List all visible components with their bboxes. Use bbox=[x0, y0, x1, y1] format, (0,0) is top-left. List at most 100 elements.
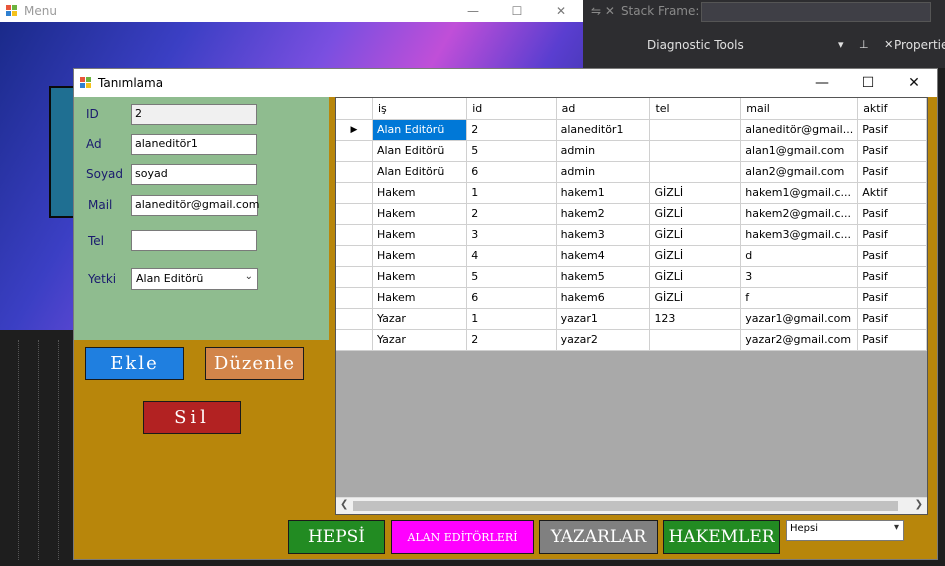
table-row[interactable]: Alan Editörü 5 admin alan1@gmail.com Pasif bbox=[336, 140, 927, 162]
table-row[interactable]: Hakem 6 hakem6 GİZLİ f Pasif bbox=[336, 287, 927, 309]
row-header[interactable] bbox=[336, 287, 373, 309]
grid-cell[interactable]: GİZLİ bbox=[649, 287, 742, 309]
alan-editorleri-button[interactable]: ALAN EDİTÖRLERİ bbox=[391, 520, 534, 554]
grid-cell[interactable] bbox=[649, 329, 742, 351]
column-header[interactable]: aktif bbox=[857, 98, 927, 120]
grid-cell[interactable]: Pasif bbox=[857, 140, 927, 162]
grid-cell[interactable]: 5 bbox=[466, 266, 557, 288]
row-header[interactable] bbox=[336, 245, 373, 267]
grid-cell[interactable]: 3 bbox=[466, 224, 557, 246]
grid-cell[interactable]: admin bbox=[556, 140, 651, 162]
horizontal-scrollbar[interactable]: ❮ ❯ bbox=[336, 497, 927, 514]
yazarlar-button[interactable]: YAZARLAR bbox=[539, 520, 658, 554]
column-header[interactable]: iş bbox=[372, 98, 468, 120]
grid-cell[interactable]: hakem4 bbox=[556, 245, 651, 267]
grid-cell[interactable]: hakem2@gmail.c... bbox=[740, 203, 859, 225]
minimize-icon[interactable]: — bbox=[451, 0, 495, 22]
ad-field[interactable]: alaneditör1 bbox=[131, 134, 257, 155]
table-row[interactable]: Hakem 3 hakem3 GİZLİ hakem3@gmail.c... Pasif bbox=[336, 224, 927, 246]
grid-cell[interactable]: 2 bbox=[466, 119, 557, 141]
pane-controls-icon[interactable]: ▾ ⊥ ✕ bbox=[838, 38, 899, 51]
hakemler-button[interactable]: HAKEMLER bbox=[663, 520, 780, 554]
close-icon[interactable]: ✕ bbox=[891, 69, 937, 97]
grid-cell[interactable]: hakem6 bbox=[556, 287, 651, 309]
table-row[interactable]: Hakem 4 hakem4 GİZLİ d Pasif bbox=[336, 245, 927, 267]
diagnostic-tools-tab[interactable]: Diagnostic Tools bbox=[647, 38, 744, 52]
grid-cell[interactable]: Pasif bbox=[857, 329, 927, 351]
scroll-left-icon[interactable]: ❮ bbox=[340, 499, 348, 510]
grid-cell[interactable]: GİZLİ bbox=[649, 182, 742, 204]
scrollbar-thumb[interactable] bbox=[353, 501, 898, 511]
grid-cell[interactable]: Hakem bbox=[372, 287, 468, 309]
table-row[interactable]: Yazar 1 yazar1 123 yazar1@gmail.com Pasif bbox=[336, 308, 927, 330]
row-header[interactable] bbox=[336, 140, 373, 162]
row-pointer-icon[interactable]: ▶ bbox=[336, 119, 373, 141]
row-header[interactable] bbox=[336, 182, 373, 204]
grid-cell[interactable]: yazar1@gmail.com bbox=[740, 308, 859, 330]
grid-cell[interactable]: Pasif bbox=[857, 308, 927, 330]
grid-cell[interactable]: GİZLİ bbox=[649, 245, 742, 267]
table-row[interactable]: Hakem 2 hakem2 GİZLİ hakem2@gmail.c... Pasif bbox=[336, 203, 927, 225]
grid-cell[interactable]: 6 bbox=[466, 161, 557, 183]
grid-cell[interactable]: hakem3@gmail.c... bbox=[740, 224, 859, 246]
grid-cell[interactable]: GİZLİ bbox=[649, 266, 742, 288]
grid-cell[interactable]: 6 bbox=[466, 287, 557, 309]
column-header[interactable]: mail bbox=[740, 98, 859, 120]
grid-cell[interactable]: Pasif bbox=[857, 119, 927, 141]
grid-cell[interactable]: Alan Editörü bbox=[372, 161, 468, 183]
ekle-button[interactable]: Ekle bbox=[85, 347, 184, 380]
grid-cell[interactable]: 2 bbox=[466, 203, 557, 225]
properties-tab[interactable]: Properties bbox=[894, 38, 945, 52]
grid-cell[interactable] bbox=[649, 140, 742, 162]
grid-cell[interactable]: GİZLİ bbox=[649, 224, 742, 246]
grid-cell[interactable]: 5 bbox=[466, 140, 557, 162]
yetki-select[interactable]: Alan Editörü ⌄ bbox=[131, 268, 258, 290]
grid-cell[interactable]: 1 bbox=[466, 308, 557, 330]
minimize-icon[interactable]: — bbox=[799, 69, 845, 97]
grid-cell[interactable]: hakem5 bbox=[556, 266, 651, 288]
grid-cell[interactable]: hakem1 bbox=[556, 182, 651, 204]
grid-cell[interactable]: Pasif bbox=[857, 224, 927, 246]
table-row[interactable]: Hakem 1 hakem1 GİZLİ hakem1@gmail.c... Aktif bbox=[336, 182, 927, 204]
table-row[interactable]: ▶ Alan Editörü 2 alaneditör1 alaneditör@gmai… bbox=[336, 119, 927, 141]
tel-field[interactable] bbox=[131, 230, 257, 251]
grid-cell[interactable]: hakem2 bbox=[556, 203, 651, 225]
id-field[interactable]: 2 bbox=[131, 104, 257, 125]
row-header[interactable] bbox=[336, 329, 373, 351]
grid-cell[interactable]: f bbox=[740, 287, 859, 309]
grid-cell[interactable]: alan2@gmail.com bbox=[740, 161, 859, 183]
grid-cell[interactable]: Pasif bbox=[857, 266, 927, 288]
stack-frame-dropdown[interactable] bbox=[701, 2, 931, 22]
grid-cell[interactable]: hakem3 bbox=[556, 224, 651, 246]
grid-cell[interactable]: Hakem bbox=[372, 182, 468, 204]
grid-cell[interactable]: Alan Editörü bbox=[372, 140, 468, 162]
hepsi-button[interactable]: HEPSİ bbox=[288, 520, 385, 554]
grid-cell[interactable]: alaneditör1 bbox=[556, 119, 651, 141]
grid-cell[interactable]: 1 bbox=[466, 182, 557, 204]
column-header[interactable]: tel bbox=[649, 98, 742, 120]
table-row[interactable]: Hakem 5 hakem5 GİZLİ 3 Pasif bbox=[336, 266, 927, 288]
column-header[interactable]: ad bbox=[556, 98, 651, 120]
duzenle-button[interactable]: Düzenle bbox=[205, 347, 304, 380]
grid-cell[interactable]: Pasif bbox=[857, 161, 927, 183]
grid-cell[interactable]: yazar1 bbox=[556, 308, 651, 330]
grid-cell[interactable]: Yazar bbox=[372, 329, 468, 351]
grid-cell[interactable]: alan1@gmail.com bbox=[740, 140, 859, 162]
grid-cell[interactable]: alaneditör@gmail... bbox=[740, 119, 859, 141]
grid-cell[interactable]: admin bbox=[556, 161, 651, 183]
filter-select[interactable]: Hepsi ▾ bbox=[786, 520, 904, 541]
grid-cell[interactable]: 4 bbox=[466, 245, 557, 267]
grid-cell[interactable]: hakem1@gmail.c... bbox=[740, 182, 859, 204]
grid-cell[interactable]: 123 bbox=[649, 308, 742, 330]
grid-cell[interactable]: GİZLİ bbox=[649, 203, 742, 225]
column-header[interactable]: id bbox=[466, 98, 557, 120]
maximize-icon[interactable]: ☐ bbox=[495, 0, 539, 22]
grid-cell[interactable] bbox=[649, 161, 742, 183]
data-grid[interactable]: iş id ad tel mail aktif ▶ Alan Editörü 2 al… bbox=[335, 97, 928, 515]
row-header[interactable] bbox=[336, 266, 373, 288]
grid-cell[interactable]: Hakem bbox=[372, 266, 468, 288]
grid-cell[interactable]: Alan Editörü bbox=[372, 119, 468, 141]
grid-cell[interactable]: 3 bbox=[740, 266, 859, 288]
grid-cell[interactable]: d bbox=[740, 245, 859, 267]
grid-cell[interactable]: Pasif bbox=[857, 287, 927, 309]
